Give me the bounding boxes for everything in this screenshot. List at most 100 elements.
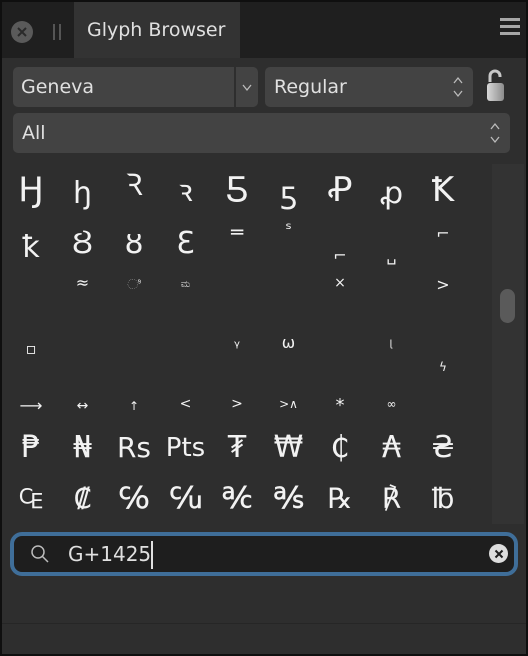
glyph-char: ∞: [386, 397, 397, 411]
glyph-cell[interactable]: [7, 268, 55, 318]
glyph-cell[interactable]: Ꝁ: [419, 165, 467, 215]
glyph-char: ≈: [75, 273, 90, 292]
glyph-cell[interactable]: ℁: [265, 474, 313, 524]
glyph-cell[interactable]: ₦: [59, 423, 107, 473]
glyph-cell[interactable]: Rs: [110, 423, 158, 473]
glyph-cell[interactable]: [419, 371, 467, 421]
glyph-char: Ꝁ: [431, 170, 455, 210]
tab-glyph-browser[interactable]: Glyph Browser: [74, 2, 240, 58]
glyph-cell[interactable]: ₡: [59, 474, 107, 524]
glyph-cell[interactable]: ₱: [7, 423, 55, 473]
glyph-cell[interactable]: Ɛ: [162, 217, 210, 267]
glyph-cell[interactable]: [316, 320, 364, 370]
glyph-cell[interactable]: ₮: [213, 423, 261, 473]
glyph-cell[interactable]: ↔: [59, 371, 107, 421]
glyph-cell[interactable]: ₳: [368, 423, 416, 473]
text-caret: [151, 541, 153, 569]
glyph-cell[interactable]: ᶩ: [368, 320, 416, 370]
glyph-cell[interactable]: ₠: [7, 474, 55, 524]
drag-grip-icon[interactable]: [53, 24, 61, 40]
glyph-cell[interactable]: >: [419, 268, 467, 318]
close-panel-button[interactable]: [11, 21, 33, 43]
glyph-char: >: [436, 275, 450, 294]
glyph-char: ω: [281, 332, 296, 352]
glyph-char: ꜧ: [72, 176, 92, 211]
glyph-cell[interactable]: ϟ: [419, 320, 467, 373]
glyph-char: ꝓ: [379, 176, 404, 211]
glyph-cell[interactable]: <: [162, 371, 210, 421]
glyph-cell[interactable]: ℆: [162, 474, 210, 524]
title-bar: Glyph Browser: [2, 2, 526, 58]
glyph-cell[interactable]: ℀: [213, 474, 261, 524]
clear-search-button[interactable]: [489, 544, 508, 563]
glyph-cell[interactable]: Ꝛ: [110, 165, 158, 215]
glyph-cell[interactable]: [368, 268, 416, 318]
glyph-cell[interactable]: ⌐: [419, 217, 467, 267]
glyph-cell[interactable]: *: [316, 371, 364, 421]
glyph-cell[interactable]: ℅: [110, 474, 158, 524]
glyph-char: >: [231, 396, 243, 412]
search-input[interactable]: [68, 539, 468, 569]
glyph-search-field[interactable]: [10, 532, 518, 576]
glyph-cell[interactable]: ₴: [419, 423, 467, 473]
glyph-char: ₵: [330, 429, 350, 465]
glyph-char: Ꜧ: [18, 170, 44, 210]
panel-menu-button[interactable]: [500, 18, 522, 40]
glyph-cell[interactable]: ℞: [316, 474, 364, 524]
glyph-cell[interactable]: ␣: [368, 217, 416, 267]
glyph-cell[interactable]: [213, 268, 261, 318]
glyph-cell[interactable]: [162, 320, 210, 370]
glyph-cell[interactable]: ꝛ: [162, 165, 210, 215]
glyph-cell[interactable]: Ꜧ: [7, 165, 55, 215]
glyph-cell[interactable]: Ꝓ: [316, 165, 364, 215]
glyph-cell[interactable]: Ƽ: [213, 165, 261, 215]
glyph-cell[interactable]: ₩: [265, 423, 313, 473]
glyph-char: <: [179, 396, 192, 412]
glyph-cell[interactable]: [265, 268, 313, 318]
glyph-cell[interactable]: ꝁ: [7, 217, 55, 267]
glyph-cell[interactable]: ˢ: [265, 217, 313, 267]
glyph-cell[interactable]: ×: [316, 268, 364, 318]
glyph-cell[interactable]: Pts: [162, 423, 210, 473]
glyph-cell[interactable]: ℟: [368, 474, 416, 524]
glyph-char: ȣ: [124, 225, 144, 261]
glyph-cell[interactable]: [59, 320, 107, 370]
glyph-cell[interactable]: ಿ: [110, 268, 158, 318]
glyph-cell[interactable]: ȣ: [110, 217, 158, 267]
panel-footer: [2, 582, 526, 624]
font-style-select[interactable]: Regular: [265, 67, 473, 107]
glyph-char: ␣: [386, 245, 397, 265]
glyph-cell[interactable]: [110, 320, 158, 370]
glyph-cell[interactable]: ∞: [368, 371, 416, 421]
glyph-cell[interactable]: ꝓ: [368, 165, 416, 215]
glyph-grid-scrollbar[interactable]: [492, 164, 524, 524]
scrollbar-thumb[interactable]: [500, 289, 515, 323]
glyph-char: ꝛ: [178, 174, 193, 209]
glyph-category-select[interactable]: All: [13, 113, 510, 153]
glyph-cell[interactable]: ₵: [316, 423, 364, 473]
glyph-cell[interactable]: ಮ: [162, 268, 210, 318]
glyph-char: ℁: [273, 481, 304, 516]
glyph-cell[interactable]: ↑: [110, 371, 158, 421]
glyph-cell[interactable]: >∧: [265, 371, 313, 421]
tab-label: Glyph Browser: [87, 19, 226, 41]
glyph-char: ℟: [381, 482, 402, 515]
font-family-select[interactable]: Geneva: [13, 67, 258, 107]
glyph-cell[interactable]: ω: [265, 320, 313, 370]
glyph-cell[interactable]: ═: [213, 217, 261, 267]
glyph-cell[interactable]: >: [213, 371, 261, 421]
glyph-cell[interactable]: Ȣ: [59, 217, 107, 267]
glyph-cell[interactable]: ꜧ: [59, 165, 107, 215]
unlocked-padlock-icon[interactable]: [486, 68, 506, 104]
glyph-cell[interactable]: ℔: [419, 474, 467, 524]
glyph-char: ═: [230, 219, 244, 244]
glyph-cell[interactable]: ▫: [7, 320, 55, 370]
glyph-char: ℅: [118, 481, 150, 516]
glyph-char: ⌐: [333, 245, 347, 265]
glyph-cell[interactable]: ⌐: [316, 217, 364, 267]
glyph-cell[interactable]: ⟶: [7, 371, 55, 421]
glyph-cell[interactable]: ≈: [59, 268, 107, 318]
glyph-char: ℆: [169, 481, 202, 516]
glyph-cell[interactable]: ƽ: [265, 165, 313, 215]
glyph-cell[interactable]: ᵞ: [213, 320, 261, 370]
